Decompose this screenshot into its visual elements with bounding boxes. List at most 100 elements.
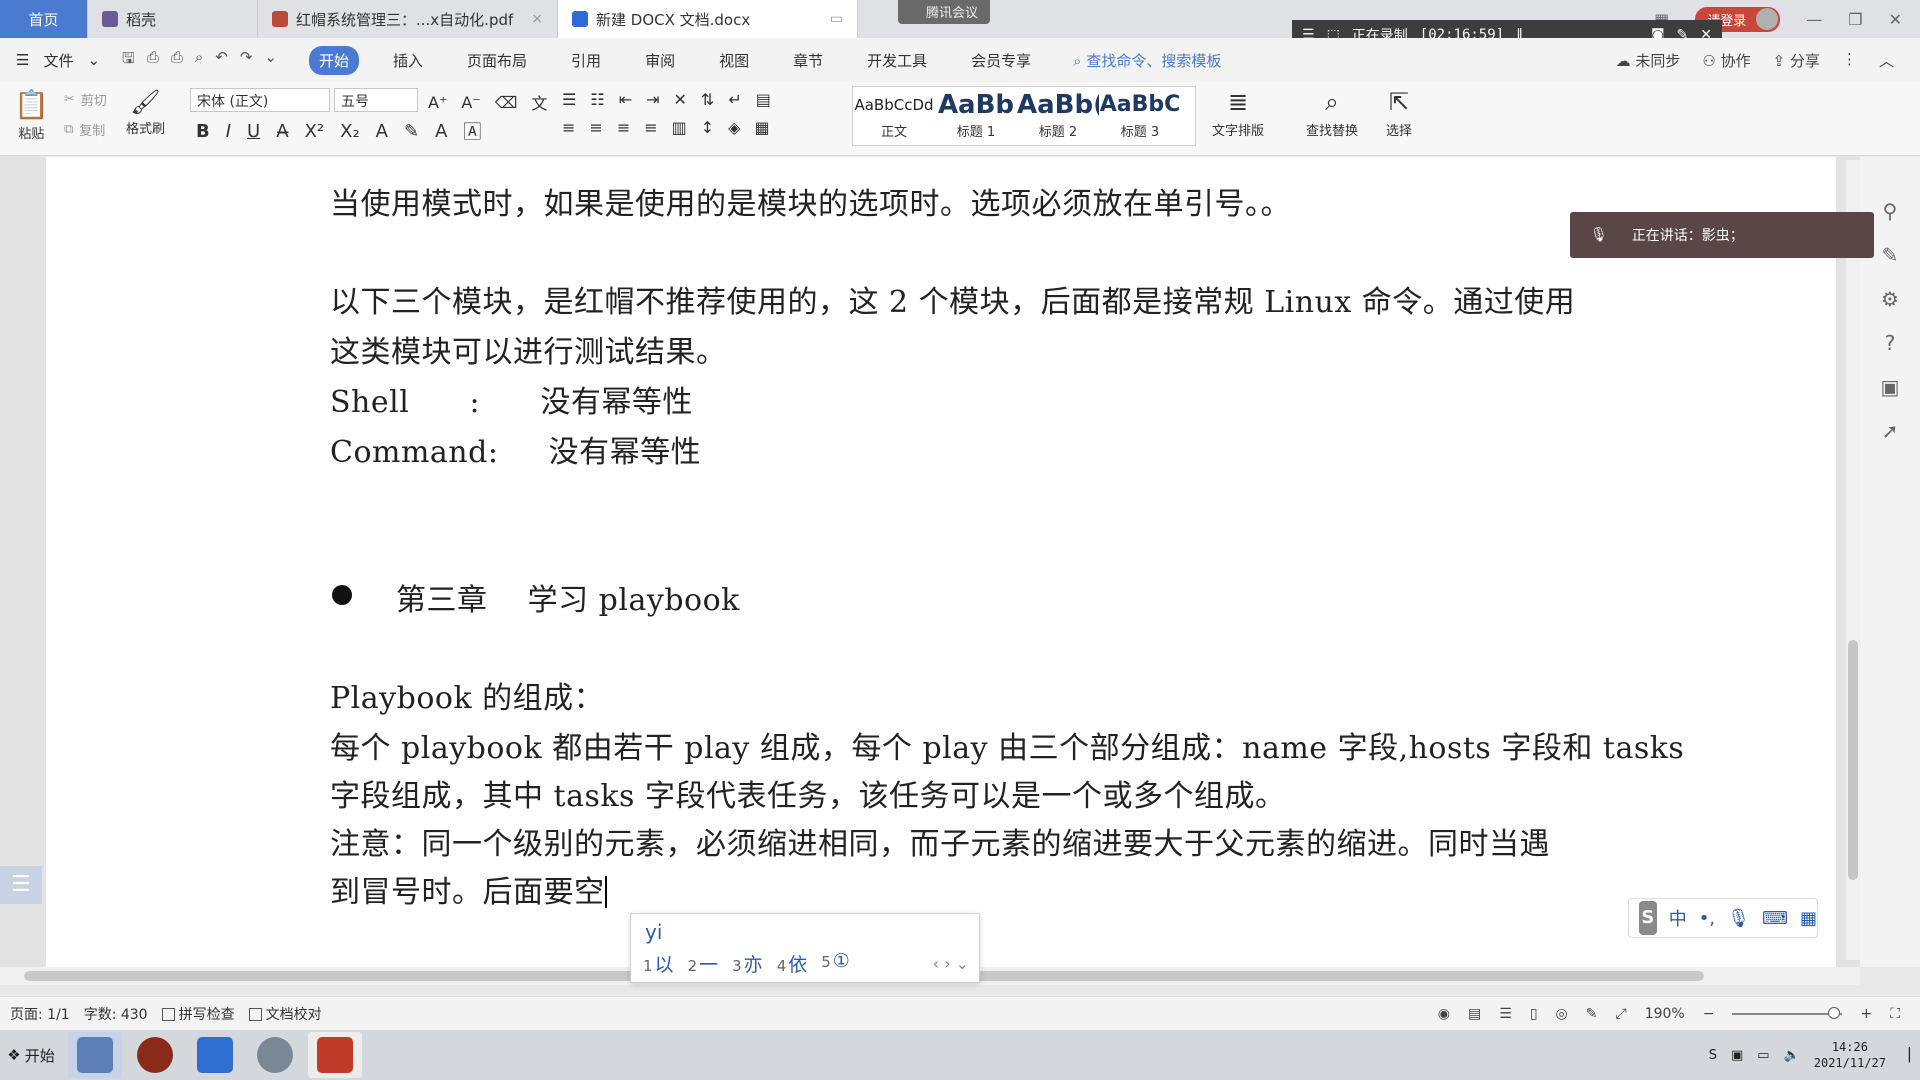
font-family-select[interactable]: 宋体 (正文) — [190, 88, 330, 112]
shrink-font-icon[interactable]: A⁻ — [461, 93, 480, 112]
display-icon[interactable]: ▭ — [1757, 1048, 1769, 1063]
meeting-indicator[interactable]: 腾讯会议 — [898, 0, 991, 24]
undo-icon[interactable]: ↶ — [215, 48, 228, 73]
save-icon[interactable]: 🖫 — [122, 48, 135, 73]
vertical-scroll-thumb[interactable] — [1848, 640, 1858, 880]
paste-button[interactable]: 📋 粘贴 — [14, 88, 49, 142]
menu-page-layout[interactable]: 页面布局 — [457, 46, 537, 75]
word-count[interactable]: 字数: 430 — [84, 1004, 148, 1024]
zoom-in-icon[interactable]: + — [1860, 1006, 1872, 1022]
numbered-list-icon[interactable]: ☷ — [590, 90, 604, 109]
edit-icon[interactable]: ✎ — [1882, 243, 1899, 267]
table-icon[interactable]: ▤ — [756, 90, 771, 109]
font-size-select[interactable]: 五号 — [334, 88, 418, 112]
ime-candidate[interactable]: 1以 — [643, 950, 674, 977]
line-spacing-icon[interactable]: ↕ — [701, 118, 714, 137]
redo-icon[interactable]: ↷ — [240, 48, 253, 73]
chevron-down-icon[interactable]: ⌄ — [87, 51, 100, 69]
style-heading-1[interactable]: AaBb 标题 1 — [935, 87, 1017, 145]
zoom-slider[interactable] — [1732, 1006, 1843, 1019]
more-icon[interactable]: ⋮ — [1842, 50, 1857, 71]
menu-home[interactable]: 开始 — [309, 45, 360, 75]
adjust-icon[interactable]: ⚙ — [1881, 287, 1899, 311]
customize-icon[interactable]: ⌄ — [264, 48, 277, 73]
ime-page-nav[interactable]: ‹ › ⌄ — [933, 954, 969, 973]
align-center-icon[interactable]: ≡ — [589, 118, 602, 137]
pin-icon[interactable]: ⚲ — [1883, 199, 1898, 223]
show-desktop-icon[interactable]: ▕ — [1900, 1048, 1910, 1063]
grow-font-icon[interactable]: A⁺ — [428, 93, 447, 112]
taskbar-app-2[interactable] — [128, 1032, 182, 1078]
navigation-pane-tab[interactable]: ☰ — [0, 866, 42, 904]
align-left-icon[interactable]: ≡ — [562, 118, 575, 137]
menu-references[interactable]: 引用 — [561, 46, 611, 75]
collab-button[interactable]: ⚇ 协作 — [1702, 50, 1750, 71]
justify-icon[interactable]: ≡ — [644, 118, 657, 137]
align-right-icon[interactable]: ≡ — [617, 118, 630, 137]
chevron-right-icon[interactable]: › — [944, 954, 950, 973]
style-normal[interactable]: AaBbCcDd 正文 — [853, 87, 935, 145]
italic-icon[interactable]: I — [226, 121, 231, 142]
superscript-icon[interactable]: X² — [305, 121, 325, 142]
clear-format-icon[interactable]: ⌫ — [495, 93, 518, 112]
web-view-icon[interactable]: ◎ — [1556, 1006, 1568, 1022]
bullet-list-icon[interactable]: ☰ — [562, 90, 576, 109]
menu-insert[interactable]: 插入 — [383, 46, 433, 75]
command-search[interactable]: ⌕ 查找命令、搜索模板 — [1073, 50, 1221, 71]
image-icon[interactable]: ▣ — [1881, 375, 1900, 399]
collapse-ribbon-icon[interactable]: ︿ — [1879, 50, 1894, 71]
shading-icon[interactable]: ◈ — [728, 118, 740, 137]
taskbar-app-3[interactable] — [188, 1032, 242, 1078]
copy-button[interactable]: ⧉ 复制 — [64, 120, 105, 139]
tab-home[interactable]: 首页 — [0, 0, 88, 38]
ime-candidate[interactable]: 4依 — [777, 950, 808, 977]
read-view-icon[interactable]: ▯ — [1530, 1006, 1538, 1022]
sync-status[interactable]: ☁ 未同步 — [1616, 50, 1681, 71]
outline-view-icon[interactable]: ☰ — [1499, 1006, 1512, 1022]
tab-pdf[interactable]: 红帽系统管理三：...x自动化.pdf × — [258, 0, 558, 38]
fullscreen-icon[interactable]: ⛶ — [1890, 1006, 1900, 1022]
bold-icon[interactable]: B — [196, 121, 210, 142]
menu-view[interactable]: 视图 — [709, 46, 759, 75]
underline-icon[interactable]: U — [247, 121, 260, 142]
close-icon[interactable]: × — [531, 11, 543, 27]
preview-icon[interactable]: ⌕ — [195, 48, 203, 73]
menu-member[interactable]: 会员专享 — [961, 46, 1041, 75]
ime-candidate[interactable]: 3亦 — [732, 950, 763, 977]
file-menu[interactable]: 文件 — [43, 50, 73, 71]
share-button[interactable]: ⇪ 分享 — [1773, 50, 1820, 71]
chevron-down-icon[interactable]: ⌄ — [956, 954, 969, 973]
ime-candidate[interactable]: 5① — [821, 950, 850, 977]
proofread-button[interactable]: 文档校对 — [248, 1004, 322, 1024]
network-icon[interactable]: ▣ — [1731, 1048, 1743, 1063]
punctuation-icon[interactable]: •, — [1699, 908, 1715, 929]
spell-check-toggle[interactable]: 拼写检查 — [161, 1004, 235, 1024]
screen-icon[interactable]: ▭ — [830, 11, 843, 27]
clock[interactable]: 14:26 2021/11/27 — [1814, 1039, 1886, 1071]
pointer-icon[interactable]: ➚ — [1882, 419, 1899, 443]
ime-candidate[interactable]: 2一 — [688, 950, 719, 977]
minimize-icon[interactable]: — — [1806, 10, 1822, 29]
zoom-level[interactable]: 190% — [1645, 1006, 1685, 1022]
toolbox-icon[interactable]: ▦ — [1800, 908, 1817, 929]
chevron-left-icon[interactable]: ‹ — [933, 954, 939, 973]
menu-section[interactable]: 章节 — [783, 46, 833, 75]
sogou-tray-icon[interactable]: S — [1709, 1048, 1717, 1063]
decrease-indent-icon[interactable]: ⇤ — [619, 90, 632, 109]
style-heading-2[interactable]: AaBb( 标题 2 — [1017, 87, 1099, 145]
border-icon[interactable]: ▦ — [754, 118, 769, 137]
subscript-icon[interactable]: X₂ — [340, 121, 360, 142]
tab-daoke[interactable]: 稻壳 — [88, 0, 258, 38]
text-effect-icon[interactable]: A — [376, 121, 388, 142]
page-view-icon[interactable]: ▤ — [1468, 1006, 1481, 1022]
voice-icon[interactable]: 🎙 — [1727, 908, 1750, 929]
format-painter-button[interactable]: 🖌 格式刷 — [126, 88, 165, 137]
find-replace-button[interactable]: ⌕ 查找替换 — [1306, 88, 1358, 139]
write-view-icon[interactable]: ✎ — [1586, 1006, 1598, 1022]
taskbar-app-1[interactable] — [68, 1032, 122, 1078]
close-window-icon[interactable]: ✕ — [1889, 10, 1902, 29]
style-heading-3[interactable]: AaBbC 标题 3 — [1099, 87, 1181, 145]
font-color-icon[interactable]: A — [435, 121, 447, 142]
sort-icon[interactable]: ⇅ — [701, 90, 714, 109]
menu-review[interactable]: 审阅 — [635, 46, 685, 75]
